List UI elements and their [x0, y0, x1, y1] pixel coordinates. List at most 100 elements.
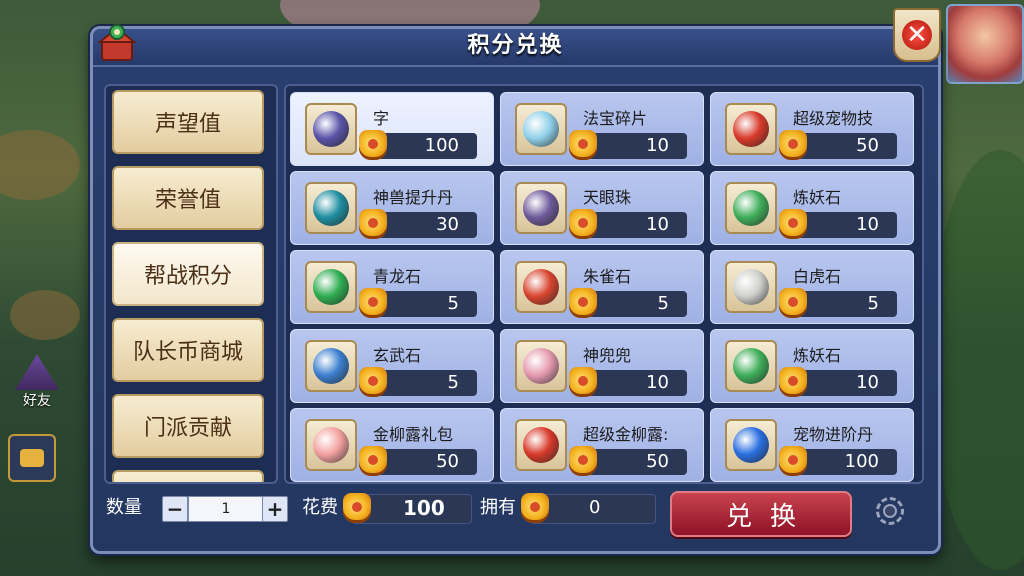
- item-card[interactable]: 炼妖石 10: [710, 329, 914, 403]
- item-cost: 10: [779, 209, 897, 239]
- item-cost-value: 5: [657, 293, 669, 314]
- dragon-stone-icon: [305, 261, 357, 313]
- tab-more[interactable]: [112, 470, 264, 482]
- cost-label: 花费: [302, 497, 338, 518]
- item-cost-value: 30: [436, 214, 459, 235]
- question-orb-icon: [725, 419, 777, 471]
- item-card[interactable]: 神兽提升丹 30: [290, 171, 494, 245]
- item-name: 玄武石: [373, 346, 422, 365]
- item-cost: 100: [359, 130, 477, 160]
- own-label-wrap: 拥有: [480, 490, 520, 526]
- coin-icon: [779, 288, 807, 318]
- tab-1[interactable]: 荣誉值: [112, 166, 264, 230]
- item-cost-value: 5: [447, 372, 459, 393]
- background-stump: [0, 130, 80, 200]
- coin-icon: [343, 493, 371, 523]
- owned-value: 0: [589, 497, 601, 518]
- item-card[interactable]: 青龙石 5: [290, 250, 494, 324]
- coin-icon: [569, 367, 597, 397]
- item-cost: 5: [359, 367, 477, 397]
- coin-icon: [779, 446, 807, 476]
- chat-button[interactable]: [8, 434, 56, 482]
- quantity-input[interactable]: 1: [188, 496, 264, 522]
- item-cost-value: 50: [856, 135, 879, 156]
- coin-icon: [569, 209, 597, 239]
- green-crystal-icon: [725, 340, 777, 392]
- coin-icon: [359, 367, 387, 397]
- item-cost-value: 50: [436, 451, 459, 472]
- coin-icon: [569, 446, 597, 476]
- item-cost-value: 5: [867, 293, 879, 314]
- wizard-hat-icon: [15, 354, 59, 390]
- coin-icon: [779, 367, 807, 397]
- item-cost: 10: [779, 367, 897, 397]
- item-name: 天眼珠: [583, 188, 632, 207]
- item-card[interactable]: 金柳露礼包 50: [290, 408, 494, 482]
- gift-box-icon: [725, 103, 777, 155]
- quantity-stepper: − 1 +: [0, 490, 300, 526]
- item-name: 金柳露礼包: [373, 425, 454, 444]
- item-card[interactable]: 天眼珠 10: [500, 171, 704, 245]
- item-cost-value: 10: [646, 135, 669, 156]
- background-foliage: [930, 150, 1024, 570]
- item-card[interactable]: 超级金柳露: 50: [500, 408, 704, 482]
- tab-0[interactable]: 声望值: [112, 90, 264, 154]
- item-card[interactable]: 法宝碎片 10: [500, 92, 704, 166]
- category-sidebar: 声望值荣誉值帮战积分队长币商城门派贡献: [104, 84, 278, 484]
- tiger-stone-icon: [725, 261, 777, 313]
- close-icon: ✕: [902, 20, 932, 50]
- item-card[interactable]: 字 100: [290, 92, 494, 166]
- pouch-icon: [515, 340, 567, 392]
- tab-4[interactable]: 门派贡献: [112, 394, 264, 458]
- peach-icon: [305, 419, 357, 471]
- player-avatar[interactable]: [946, 4, 1024, 84]
- cost-display: 100: [343, 490, 474, 526]
- turtle-stone-icon: [305, 340, 357, 392]
- item-card[interactable]: 朱雀石 5: [500, 250, 704, 324]
- item-card[interactable]: 炼妖石 10: [710, 171, 914, 245]
- friend-button[interactable]: 好友: [8, 354, 66, 412]
- item-cost: 10: [569, 130, 687, 160]
- scroll-icon: [305, 103, 357, 155]
- decrease-button[interactable]: −: [162, 496, 188, 522]
- close-button[interactable]: ✕: [893, 8, 941, 62]
- item-card[interactable]: 宠物进阶丹 100: [710, 408, 914, 482]
- ghost-fragment-icon: [515, 103, 567, 155]
- item-cost-value: 10: [646, 372, 669, 393]
- chat-bubble-icon: [20, 449, 44, 467]
- cost-value: 100: [403, 496, 445, 520]
- item-cost: 50: [569, 446, 687, 476]
- item-card[interactable]: 神兜兜 10: [500, 329, 704, 403]
- item-name: 青龙石: [373, 267, 422, 286]
- item-cost: 100: [779, 446, 897, 476]
- item-cost: 5: [359, 288, 477, 318]
- item-card[interactable]: 超级宠物技 50: [710, 92, 914, 166]
- item-cost-value: 100: [844, 451, 879, 472]
- tab-2[interactable]: 帮战积分: [112, 242, 264, 306]
- gift-box-icon: [515, 419, 567, 471]
- item-grid: 字 100 法宝碎片 10 超级宠物技 50 神兽提升丹 30 天眼珠 10 炼妖石 10 青龙石 5 朱雀…: [284, 84, 924, 484]
- item-card[interactable]: 玄武石 5: [290, 329, 494, 403]
- item-name: 法宝碎片: [583, 109, 648, 128]
- coin-icon: [359, 288, 387, 318]
- item-cost: 10: [569, 367, 687, 397]
- item-name: 超级金柳露:: [583, 425, 669, 444]
- exchange-button[interactable]: 兑换: [670, 491, 852, 537]
- orb-icon: [305, 182, 357, 234]
- increase-button[interactable]: +: [262, 496, 288, 522]
- phoenix-stone-icon: [515, 261, 567, 313]
- item-cost-value: 10: [856, 372, 879, 393]
- item-card[interactable]: 白虎石 5: [710, 250, 914, 324]
- tab-3[interactable]: 队长币商城: [112, 318, 264, 382]
- background-stump: [10, 290, 80, 340]
- coin-icon: [521, 493, 549, 523]
- coin-icon: [779, 209, 807, 239]
- item-name: 炼妖石: [793, 346, 842, 365]
- item-cost-value: 10: [856, 214, 879, 235]
- cost-label-wrap: 花费: [302, 490, 342, 526]
- gear-icon[interactable]: [876, 497, 904, 525]
- lantern-emblem-icon: [97, 24, 137, 61]
- item-name: 白虎石: [793, 267, 842, 286]
- item-name: 神兜兜: [583, 346, 632, 365]
- item-cost: 10: [569, 209, 687, 239]
